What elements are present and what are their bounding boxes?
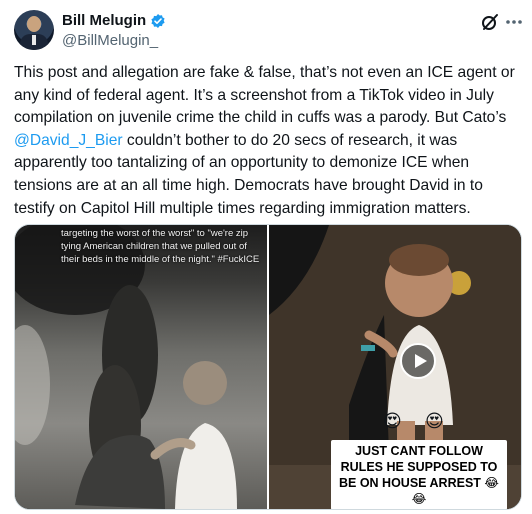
verified-badge-icon <box>151 13 165 28</box>
tweet-text: This post and allegation are fake & fals… <box>14 62 520 220</box>
media-image-left[interactable]: targeting the worst of the worst" to "we… <box>15 225 267 509</box>
right-video-banner: JUST CANT FOLLOW RULES HE SUPPOSED TO BE… <box>331 440 507 509</box>
emoji-heart-eyes-2: 😍 <box>425 411 444 431</box>
media-container[interactable]: targeting the worst of the worst" to "we… <box>14 224 522 510</box>
play-button-icon[interactable] <box>400 343 436 379</box>
left-video-caption: targeting the worst of the worst" to "we… <box>61 228 260 265</box>
avatar-tie <box>32 35 36 45</box>
more-options-icon[interactable] <box>504 12 524 32</box>
tweet-text-part1: This post and allegation are fake & fals… <box>14 64 515 127</box>
left-scene-illustration <box>15 225 237 509</box>
avatar[interactable] <box>14 10 54 50</box>
author-display-name[interactable]: Bill Melugin <box>62 12 146 29</box>
grok-icon[interactable] <box>480 12 500 32</box>
author-name-row: Bill Melugin <box>62 12 166 29</box>
mention-link[interactable]: @David_J_Bier <box>14 132 123 149</box>
emoji-heart-eyes-1: 😍 <box>383 411 402 431</box>
author-handle[interactable]: @BillMelugin_ <box>62 32 158 49</box>
media-video-right[interactable]: 😍 😍 JUST CANT FOLLOW RULES HE SUPPOSED T… <box>269 225 521 509</box>
avatar-face <box>27 16 41 32</box>
